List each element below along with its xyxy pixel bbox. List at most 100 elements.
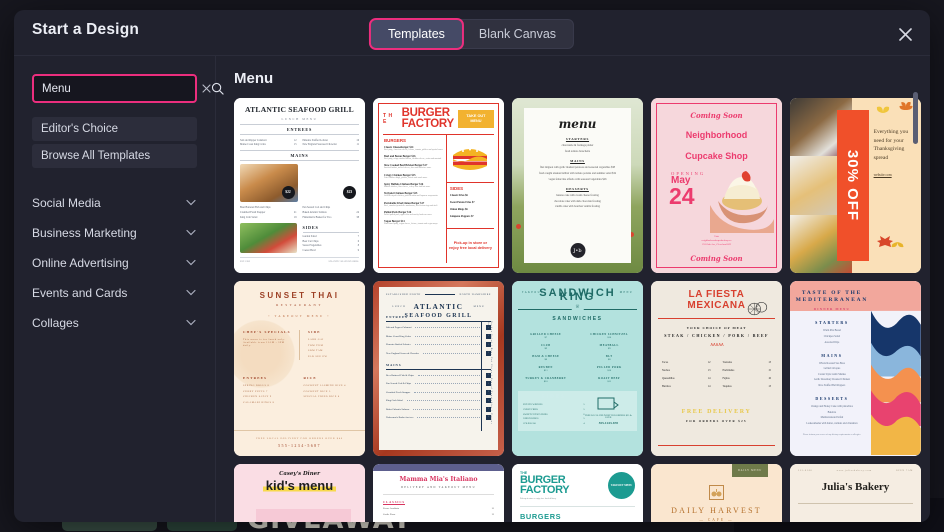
item-name: Warm Pita Bread bbox=[823, 329, 841, 333]
item-name: Beer Cut Chips bbox=[302, 239, 319, 243]
item-name: Orange and Honey Cake with pistachios bbox=[810, 404, 853, 408]
item-name: Cretan Style Lamb Shanks bbox=[818, 372, 846, 376]
sidebar-item-browse-all-templates[interactable]: Browse All Templates bbox=[32, 144, 197, 168]
cupcake-photo bbox=[702, 155, 774, 233]
template-card-la-fiesta-mexicana[interactable]: LA FIESTA MEXICANA YOUR CHOICE OF MEAT S… bbox=[651, 281, 782, 456]
results-panel: Menu ATLANTIC SEAFOOD GRILL LUNCH MENU E… bbox=[216, 56, 930, 522]
sidebar-item-business-marketing[interactable]: Business Marketing bbox=[32, 218, 202, 248]
item-name: King Crab Salad bbox=[240, 215, 258, 219]
template-subtitle: RESTAURANT bbox=[276, 303, 323, 307]
template-card-sandwich-king[interactable]: SANDWICH TAKEOUT MENU KING ♕ SANDWICHES … bbox=[512, 281, 643, 456]
burger-illustration bbox=[446, 135, 494, 184]
item-name: CURRY PUFFS 7 bbox=[243, 389, 268, 393]
template-card-sunset-thai[interactable]: SUNSET THAI RESTAURANT • TAKEOUT MENU • … bbox=[234, 281, 365, 456]
item-name: TOM YUM bbox=[308, 343, 324, 347]
item-price: $8 bbox=[608, 358, 611, 362]
item-desc: Beef, crumbed portobello mushroom, fried… bbox=[384, 204, 438, 207]
template-card-atlantic-seafood-grill[interactable]: ATLANTIC SEAFOOD GRILL LUNCH MENU ENTREE… bbox=[234, 98, 365, 273]
chevron-down-icon bbox=[186, 318, 196, 329]
template-title: SUNSET THAI bbox=[259, 291, 340, 300]
search-input[interactable] bbox=[34, 82, 202, 95]
template-section: SIDES bbox=[302, 225, 319, 231]
item-name: fresh caught alaskan halibut with tomato… bbox=[538, 171, 617, 175]
top-right-label: NORTH HAMPSHIRE bbox=[459, 293, 491, 296]
sidebar-item-events-and-cards[interactable]: Events and Cards bbox=[32, 278, 202, 308]
scrollbar-track[interactable] bbox=[913, 92, 918, 522]
template-card-atlantic-checklist[interactable]: ESTABLISHED NORTH NORTH HAMPSHIRE ATLANT… bbox=[373, 281, 504, 456]
takeout-badge: TAKE OUT MENU bbox=[457, 109, 494, 129]
item-name: POTATO WEDGES bbox=[523, 403, 543, 407]
item-name: Fisherman's Basket for Two bbox=[302, 215, 332, 219]
template-title-line1: Neighborhood bbox=[685, 130, 748, 140]
sidebar-item-editors-choice[interactable]: Editor's Choice bbox=[32, 117, 197, 141]
item-price: 21 bbox=[293, 210, 297, 214]
template-title-the: T H E bbox=[383, 112, 393, 125]
item-desc: Grilled teriyaki chicken, pickled onion … bbox=[384, 195, 439, 198]
category-list: Social Media Business Marketing Online A… bbox=[32, 188, 202, 338]
clear-search-icon[interactable] bbox=[202, 82, 211, 96]
modal-header: Start a Design Templates Blank Canvas bbox=[14, 10, 930, 56]
template-title-line2: kid's menu bbox=[262, 479, 337, 493]
item-name: Garden Salad bbox=[302, 235, 317, 239]
sidebar-item-online-advertising[interactable]: Online Advertising bbox=[32, 248, 202, 278]
item-desc: Beef patty, American cheese, lettuce, to… bbox=[384, 148, 443, 151]
template-card-burger-factory[interactable]: T H E BURGER FACTORY TAKE OUT MENU BURGE… bbox=[373, 98, 504, 273]
item-price: 24 bbox=[356, 210, 359, 214]
vertical-scrollbar[interactable] bbox=[913, 92, 918, 144]
item-name: Baklava bbox=[827, 410, 837, 414]
crown-icon: ♕ bbox=[571, 304, 584, 311]
template-card-poppy-menu[interactable]: menu STARTERS charcuterie & fromage plat… bbox=[512, 98, 643, 273]
item-name: SOM TAM bbox=[308, 349, 323, 352]
template-section: SANDWICHES bbox=[552, 316, 603, 323]
template-card-mamma-mias[interactable]: Mamma Mia's Italiano DELIVERY AND TAKEOU… bbox=[373, 464, 504, 522]
template-card-caseys-kids-menu[interactable]: Casey's Diner kid's menu MEAL DEAL Your … bbox=[234, 464, 365, 522]
tab-blank-canvas[interactable]: Blank Canvas bbox=[462, 20, 573, 48]
template-card-julias-bakery[interactable]: 555-0100 www.juliasbakery.com OPEN 7AM J… bbox=[790, 464, 921, 522]
item-name: Fajitas bbox=[722, 377, 730, 381]
chevron-down-icon bbox=[186, 228, 196, 239]
quick-links: Editor's Choice Browse All Templates bbox=[32, 117, 197, 168]
item-name: Penne Arrabiata bbox=[383, 507, 400, 510]
order-note: FREE LOCAL DELIVERY FOR ORDERS $25 & OVE… bbox=[584, 415, 632, 420]
footer-note: FREE LOCAL DELIVERY FOR ORDERS OVER $40 bbox=[256, 437, 343, 440]
item-name: Nachos bbox=[662, 369, 671, 373]
template-card-daily-harvest[interactable]: DAILY MENU DAILY HARVEST — CAFE — bbox=[651, 464, 782, 522]
template-card-thanksgiving-promo[interactable]: 30% OFF Everything you need for your Tha… bbox=[790, 98, 921, 273]
template-section: MAINS bbox=[821, 352, 843, 358]
template-card-cupcake-shop[interactable]: Coming Soon Neighborhood Cupcake Shop OP… bbox=[651, 98, 782, 273]
item-price: 11 bbox=[356, 143, 360, 147]
contact-address: 253 Oak Ave, Cleveland OH bbox=[702, 243, 731, 246]
template-section: MAINS bbox=[386, 363, 491, 370]
template-title: ATLANTIC SEAFOOD GRILL bbox=[245, 105, 354, 114]
footer-phone: 555-1234-5687 bbox=[278, 443, 321, 448]
item-name: PAD SEE EW bbox=[308, 354, 328, 358]
item-price: 16 bbox=[356, 138, 359, 142]
item-price: 19 bbox=[293, 215, 297, 219]
item-name: Loukoumades with butter, walnuts and cin… bbox=[806, 421, 858, 425]
template-card-mediterranean[interactable]: TASTE OF THE MEDITERRANEAN DINNER MENU S… bbox=[790, 281, 921, 456]
phone-number: 555-1243-678 bbox=[598, 421, 618, 426]
top-left-label: 555-0100 bbox=[798, 470, 813, 472]
item-name: CHICKEN SATAY 9 bbox=[243, 395, 272, 398]
item-desc: Smoked brisket, melted cheese, slaw and … bbox=[384, 167, 432, 170]
item-name: Quesadillas bbox=[662, 377, 675, 381]
item-desc: Buffalo chicken, blue cheese, celery sla… bbox=[384, 186, 431, 189]
item-name: Salt and Pepper Calamari bbox=[386, 326, 412, 330]
template-title: Mamma Mia's Italiano bbox=[399, 476, 478, 483]
item-name: CALAMARI RINGS 8 bbox=[243, 400, 275, 404]
item-price: 14 bbox=[707, 377, 711, 381]
item-price: 8 bbox=[357, 244, 359, 248]
sidebar: Editor's Choice Browse All Templates Soc… bbox=[14, 56, 224, 522]
flank-left: LUNCH bbox=[392, 305, 406, 308]
food-photo: $23 bbox=[302, 164, 360, 202]
template-card-burger-factory-teal[interactable]: THE BURGER FACTORY Pick-up in store or e… bbox=[512, 464, 643, 522]
template-grid: ATLANTIC SEAFOOD GRILL LUNCH MENU ENTREE… bbox=[234, 98, 929, 522]
sidebar-item-social-media[interactable]: Social Media bbox=[32, 188, 202, 218]
item-price: 15 bbox=[768, 369, 771, 373]
sidebar-item-collages[interactable]: Collages bbox=[32, 308, 202, 338]
item-name: Salt and Pepper Calamari bbox=[240, 138, 267, 142]
template-title-line1: LA FIESTA bbox=[688, 289, 745, 300]
close-icon[interactable] bbox=[894, 23, 916, 45]
tab-templates[interactable]: Templates bbox=[368, 18, 464, 50]
template-section: DESSERTS bbox=[566, 187, 589, 192]
